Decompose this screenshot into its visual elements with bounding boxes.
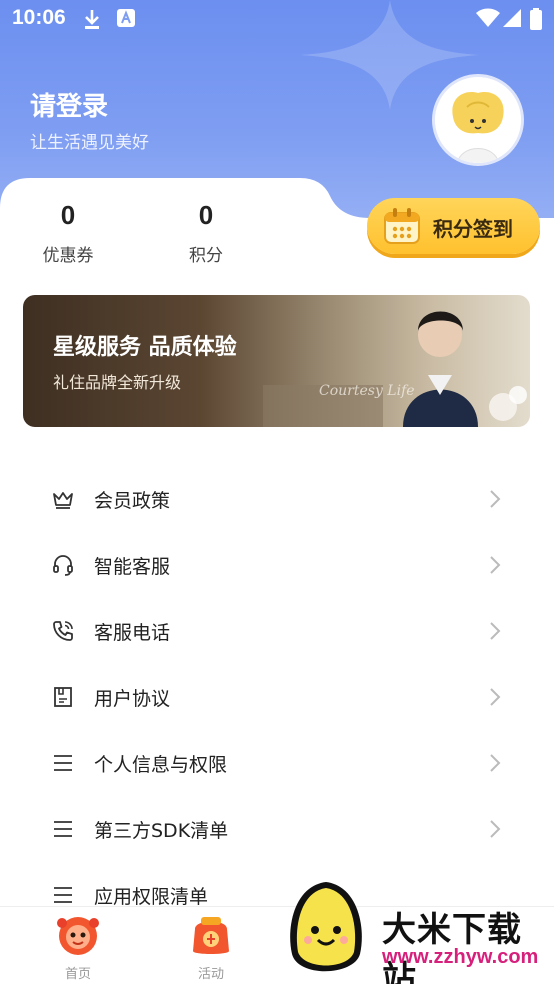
status-time: 10:06 xyxy=(12,6,66,29)
mascot-avatar-icon xyxy=(435,77,521,163)
tab-home-label: 首页 xyxy=(64,967,91,982)
avatar[interactable] xyxy=(432,74,524,166)
points-label: 积分 xyxy=(189,246,223,266)
banner-photo xyxy=(263,311,527,427)
wifi-icon xyxy=(476,8,500,27)
promo-banner[interactable]: 星级服务 品质体验 礼住品牌全新升级 Courtesy Life xyxy=(23,295,530,427)
battery-icon xyxy=(530,8,542,30)
menu-label: 第三方SDK清单 xyxy=(94,820,229,842)
calendar-icon xyxy=(384,208,420,244)
coupon-label: 优惠券 xyxy=(42,246,94,266)
tab-home[interactable]: 首页 xyxy=(48,911,108,982)
download-icon xyxy=(85,10,99,29)
signal-icon xyxy=(503,9,521,27)
app-store-icon xyxy=(117,9,135,27)
list-icon xyxy=(54,887,72,903)
home-lion-icon xyxy=(57,917,99,955)
chevron-right-icon xyxy=(490,556,501,574)
coupon-stat[interactable]: 0 优惠券 xyxy=(28,200,108,266)
crown-icon xyxy=(53,492,73,509)
headset-icon xyxy=(53,555,73,576)
menu-item-user-agreement[interactable]: 用户协议 xyxy=(0,664,554,730)
activity-bag-icon xyxy=(193,917,229,954)
banner-subtitle: 礼住品牌全新升级 xyxy=(53,373,182,392)
chevron-right-icon xyxy=(490,688,501,706)
login-prompt[interactable]: 请登录 xyxy=(30,86,108,123)
points-checkin-button[interactable]: 积分签到 xyxy=(367,198,540,254)
menu-item-third-party-sdk[interactable]: 第三方SDK清单 xyxy=(0,796,554,862)
points-count: 0 xyxy=(198,200,214,230)
rice-mascot-logo xyxy=(290,882,362,972)
menu-item-service-phone[interactable]: 客服电话 xyxy=(0,598,554,664)
menu-item-smart-service[interactable]: 智能客服 xyxy=(0,532,554,598)
tab-activity-label: 活动 xyxy=(197,967,224,982)
profile-slogan: 让生活遇见美好 xyxy=(30,133,149,153)
menu-label: 个人信息与权限 xyxy=(94,754,228,776)
chevron-right-icon xyxy=(490,754,501,772)
menu-item-personal-info-permissions[interactable]: 个人信息与权限 xyxy=(0,730,554,796)
banner-brand-script: Courtesy Life xyxy=(319,383,415,399)
checkin-label: 积分签到 xyxy=(433,217,513,241)
banner-title: 星级服务 品质体验 xyxy=(53,335,237,360)
phone-icon xyxy=(53,621,73,641)
chevron-right-icon xyxy=(490,820,501,838)
list-icon xyxy=(54,821,72,837)
menu-label: 客服电话 xyxy=(94,622,171,644)
list-icon xyxy=(54,755,72,771)
site-watermark: 大米下载站 www.zzhyw.com xyxy=(282,878,554,984)
menu-label: 会员政策 xyxy=(94,490,171,512)
menu-label: 用户协议 xyxy=(94,688,171,710)
menu-label: 应用权限清单 xyxy=(94,886,209,908)
watermark-url: www.zzhyw.com xyxy=(382,946,539,968)
status-bar: 10:06 xyxy=(0,0,554,38)
menu-item-member-policy[interactable]: 会员政策 xyxy=(0,466,554,532)
menu-label: 智能客服 xyxy=(94,556,171,578)
chevron-right-icon xyxy=(490,622,501,640)
points-stat[interactable]: 0 积分 xyxy=(166,200,246,266)
coupon-count: 0 xyxy=(60,200,76,230)
chevron-right-icon xyxy=(490,490,501,508)
document-icon xyxy=(54,687,72,707)
watermark-title: 大米下载站 xyxy=(382,910,522,984)
tab-activity[interactable]: 活动 xyxy=(181,911,241,982)
